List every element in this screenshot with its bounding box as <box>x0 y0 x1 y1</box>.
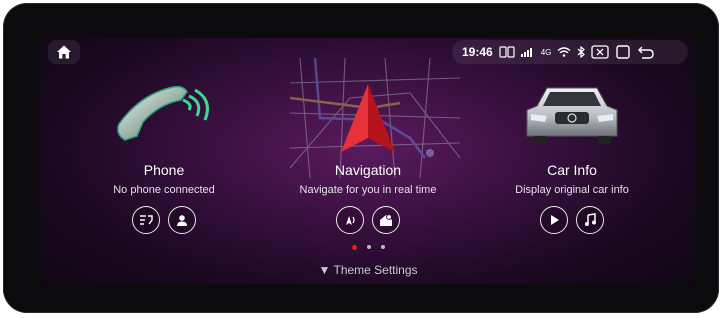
bluetooth-icon <box>577 46 586 58</box>
car-icon <box>526 87 618 144</box>
page-indicator <box>40 245 696 250</box>
car-info-subtitle: Display original car info <box>515 184 629 196</box>
navigation-title: Navigation <box>334 162 402 178</box>
navigation-subtitle: Navigate for you in real time <box>299 184 437 196</box>
map-location-icon <box>380 214 392 226</box>
navigation-arrow-icon <box>341 84 395 152</box>
wifi-icon <box>557 47 571 57</box>
clock: 19:46 <box>462 45 493 59</box>
map-location-button[interactable] <box>372 206 400 234</box>
phone-title: Phone <box>143 162 185 178</box>
phone-handset-icon <box>117 85 209 141</box>
car-info-title: Car Info <box>547 162 597 178</box>
recent-apps-icon[interactable] <box>615 45 631 59</box>
page-dot-3[interactable] <box>380 245 385 249</box>
voice-nav-button[interactable] <box>336 206 364 234</box>
page-dot-2[interactable] <box>366 245 371 249</box>
contacts-button[interactable] <box>168 206 196 234</box>
voice-nav-icon <box>346 216 355 225</box>
signal-icon <box>520 48 532 57</box>
head-unit-screen: 19:46 4G Phone No phone connected Naviga… <box>40 38 696 284</box>
contacts-icon <box>177 215 187 226</box>
play-button[interactable] <box>540 206 568 234</box>
page-dot-1[interactable] <box>351 245 357 250</box>
music-button[interactable] <box>576 206 604 234</box>
status-panel: 19:46 4G <box>452 40 688 64</box>
music-icon <box>585 213 596 226</box>
back-icon[interactable] <box>637 45 655 59</box>
close-app-icon[interactable] <box>591 45 610 59</box>
call-log-button[interactable] <box>132 206 160 234</box>
sim-icon <box>499 46 515 58</box>
triangle-down-icon: ▼ <box>318 263 331 277</box>
home-icon <box>57 45 71 59</box>
phone-subtitle: No phone connected <box>113 184 215 196</box>
network-type: 4G <box>540 47 552 57</box>
home-button[interactable] <box>48 40 80 64</box>
call-log-icon <box>140 215 153 225</box>
theme-settings[interactable]: ▼ Theme Settings <box>40 263 696 277</box>
theme-settings-label: Theme Settings <box>333 263 418 277</box>
play-icon <box>551 215 559 225</box>
